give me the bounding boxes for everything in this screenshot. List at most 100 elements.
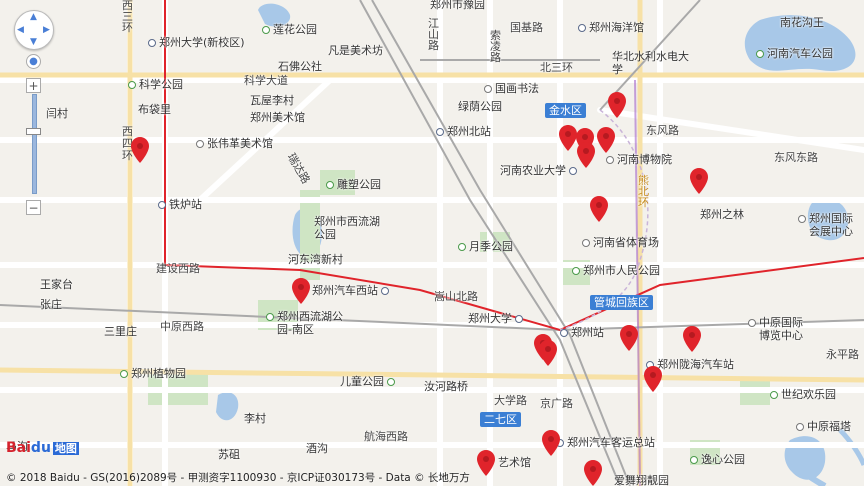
station-label: 郑州汽车西站 bbox=[312, 284, 392, 297]
poi-label: 中原福塔 bbox=[796, 420, 851, 433]
poi-label: 李村 bbox=[244, 412, 266, 425]
road-label: 大学路 bbox=[494, 394, 527, 407]
location-marker[interactable] bbox=[539, 340, 557, 366]
poi-label: 月季公园 bbox=[458, 240, 513, 253]
poi-icon bbox=[582, 239, 590, 247]
location-marker[interactable] bbox=[597, 127, 615, 153]
park-icon bbox=[326, 181, 334, 189]
road-label: 西三环 bbox=[122, 0, 133, 34]
poi-label: 闫村 bbox=[46, 107, 68, 120]
poi-label: 河南省体育场 bbox=[582, 236, 659, 249]
station-label: 郑州站 bbox=[560, 326, 604, 339]
poi-icon bbox=[578, 24, 586, 32]
poi-label: 河南博物院 bbox=[606, 153, 672, 166]
poi-label: 郑州市西流湖公园 bbox=[314, 215, 380, 241]
poi-label: 张伟革美术馆 bbox=[196, 137, 273, 150]
poi-label: 郑州植物园 bbox=[120, 367, 186, 380]
poi-label: 绿荫公园 bbox=[458, 100, 502, 113]
station-icon bbox=[436, 128, 444, 136]
location-marker[interactable] bbox=[608, 92, 626, 118]
road-label: 科学大道 bbox=[244, 74, 288, 87]
pan-right-icon[interactable]: ▶ bbox=[43, 26, 50, 35]
district-label-erqi[interactable]: 二七区 bbox=[480, 412, 521, 427]
poi-label: 郑州市人民公园 bbox=[572, 264, 660, 277]
location-marker[interactable] bbox=[620, 325, 638, 351]
zoom-slider-track[interactable] bbox=[32, 94, 37, 194]
road-label: 京广路 bbox=[540, 397, 573, 410]
road-label: 国基路 bbox=[510, 21, 543, 34]
park-icon bbox=[262, 26, 270, 34]
poi-label: 科学公园 bbox=[128, 78, 183, 91]
road-label: 北三环 bbox=[540, 61, 573, 74]
poi-label: 郑州国际会展中心 bbox=[798, 212, 857, 238]
location-marker[interactable] bbox=[584, 460, 602, 486]
poi-icon bbox=[606, 156, 614, 164]
poi-icon bbox=[196, 140, 204, 148]
location-marker[interactable] bbox=[577, 142, 595, 168]
location-marker[interactable] bbox=[477, 450, 495, 476]
location-marker[interactable] bbox=[644, 366, 662, 392]
poi-label: 郑州市豫园 bbox=[430, 0, 485, 11]
baidu-logo: Baidu 地图 bbox=[6, 440, 79, 456]
school-icon bbox=[515, 315, 523, 323]
road-label: 东风东路 bbox=[774, 151, 818, 164]
park-icon bbox=[770, 391, 778, 399]
zoom-out-button[interactable]: − bbox=[26, 200, 41, 215]
poi-label: 凡是美术坊 bbox=[328, 44, 383, 57]
poi-label: 郑州海洋馆 bbox=[578, 21, 644, 34]
road-label: 中原西路 bbox=[160, 320, 204, 333]
district-label-jinshui[interactable]: 金水区 bbox=[545, 103, 586, 118]
location-marker[interactable] bbox=[690, 168, 708, 194]
park-icon bbox=[756, 50, 764, 58]
poi-icon bbox=[484, 85, 492, 93]
poi-label: 布袋里 bbox=[138, 103, 171, 116]
road-label: 江山路 bbox=[428, 17, 439, 52]
poi-label: 苏砠 bbox=[218, 448, 240, 461]
road-label: 建设西路 bbox=[156, 262, 200, 275]
poi-label: 世纪欢乐园 bbox=[770, 388, 836, 401]
poi-icon bbox=[798, 215, 806, 223]
pan-down-icon[interactable]: ▼ bbox=[30, 38, 37, 47]
zoom-slider-handle[interactable] bbox=[26, 128, 41, 135]
poi-label: 张庄 bbox=[40, 298, 62, 311]
road-label: 索凌路 bbox=[490, 29, 501, 64]
zoom-in-button[interactable]: + bbox=[26, 78, 41, 93]
poi-label: 郑州西流湖公园-南区 bbox=[266, 310, 343, 336]
poi-label: 莲花公园 bbox=[262, 23, 317, 36]
station-icon bbox=[381, 287, 389, 295]
poi-label: 河南农业大学 bbox=[500, 164, 580, 177]
location-marker[interactable] bbox=[131, 137, 149, 163]
poi-label: 艺术馆 bbox=[498, 456, 531, 469]
locate-button[interactable]: ● bbox=[26, 54, 41, 69]
poi-label: 郑州大学(新校区) bbox=[148, 36, 245, 49]
poi-label: 河东湾新村 bbox=[288, 253, 343, 266]
poi-label: 爱舞翔靓园 bbox=[614, 474, 669, 486]
poi-label: 雕塑公园 bbox=[326, 178, 381, 191]
poi-label: 三里庄 bbox=[104, 325, 137, 338]
pan-control[interactable]: ▲ ▼ ◀ ▶ bbox=[14, 10, 54, 50]
station-label: 郑州北站 bbox=[436, 125, 491, 138]
road-label: 东风路 bbox=[646, 124, 679, 137]
station-label: 郑州汽车客运总站 bbox=[556, 436, 655, 449]
poi-label: 汝河路桥 bbox=[424, 380, 468, 393]
location-marker[interactable] bbox=[542, 430, 560, 456]
location-marker[interactable] bbox=[683, 326, 701, 352]
park-icon bbox=[120, 370, 128, 378]
location-marker[interactable] bbox=[559, 125, 577, 151]
poi-label: 中原国际博览中心 bbox=[748, 316, 807, 342]
location-marker[interactable] bbox=[292, 278, 310, 304]
poi-label: 河南汽车公园 bbox=[756, 47, 833, 60]
map-base bbox=[0, 0, 864, 486]
park-icon bbox=[458, 243, 466, 251]
park-icon bbox=[572, 267, 580, 275]
pan-up-icon[interactable]: ▲ bbox=[30, 13, 37, 22]
location-marker[interactable] bbox=[590, 196, 608, 222]
poi-label: 郑州美术馆 bbox=[250, 111, 305, 124]
district-label-guancheng[interactable]: 管城回族区 bbox=[590, 295, 653, 310]
poi-label: 郑州大学 bbox=[468, 312, 526, 325]
map-canvas[interactable]: 郑州市豫园 国基路 郑州海洋馆 南花沟王 莲花公园 郑州大学(新校区) 凡是美术… bbox=[0, 0, 864, 486]
pan-left-icon[interactable]: ◀ bbox=[17, 26, 24, 35]
poi-label: 石佛公社 bbox=[278, 60, 322, 73]
road-label: 永平路 bbox=[826, 348, 859, 361]
poi-label: 王家台 bbox=[40, 278, 73, 291]
